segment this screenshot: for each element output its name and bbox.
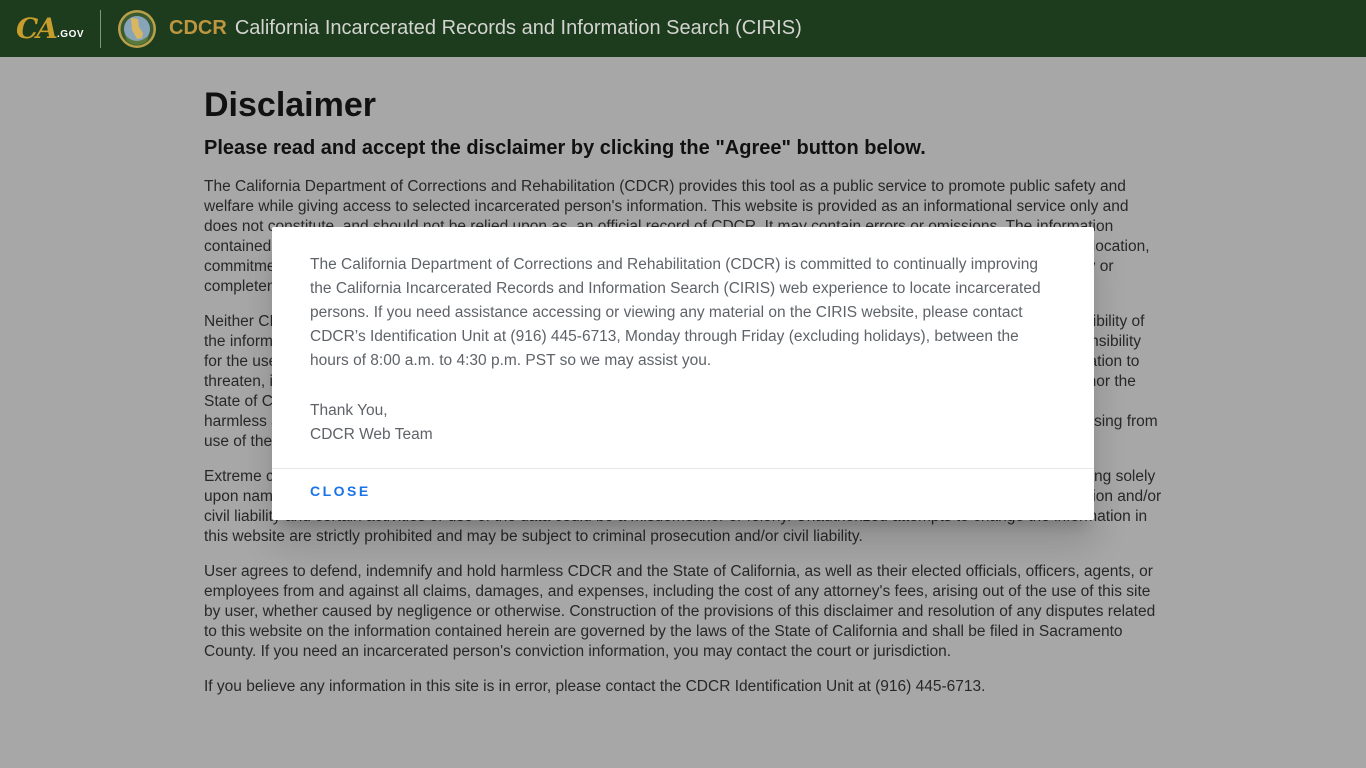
brand-abbrev: CDCR bbox=[169, 17, 227, 40]
cdcr-seal-icon bbox=[117, 9, 157, 49]
modal-signoff-line2: CDCR Web Team bbox=[310, 423, 1056, 447]
app-title: California Incarcerated Records and Info… bbox=[235, 17, 802, 40]
close-button[interactable]: CLOSE bbox=[310, 483, 371, 499]
assistance-modal: The California Department of Corrections… bbox=[272, 227, 1094, 520]
app-header: CA .GOV CDCR California Incarcerated Rec… bbox=[0, 0, 1366, 57]
ca-gov-logo[interactable]: CA .GOV bbox=[16, 15, 84, 43]
modal-signoff-line1: Thank You, bbox=[310, 399, 1056, 423]
ca-gov-logo-gov: .GOV bbox=[57, 29, 84, 40]
modal-message: The California Department of Corrections… bbox=[310, 253, 1056, 373]
ca-gov-logo-ca: CA bbox=[16, 15, 56, 43]
header-divider bbox=[100, 10, 101, 48]
modal-actions: CLOSE bbox=[310, 469, 1056, 520]
